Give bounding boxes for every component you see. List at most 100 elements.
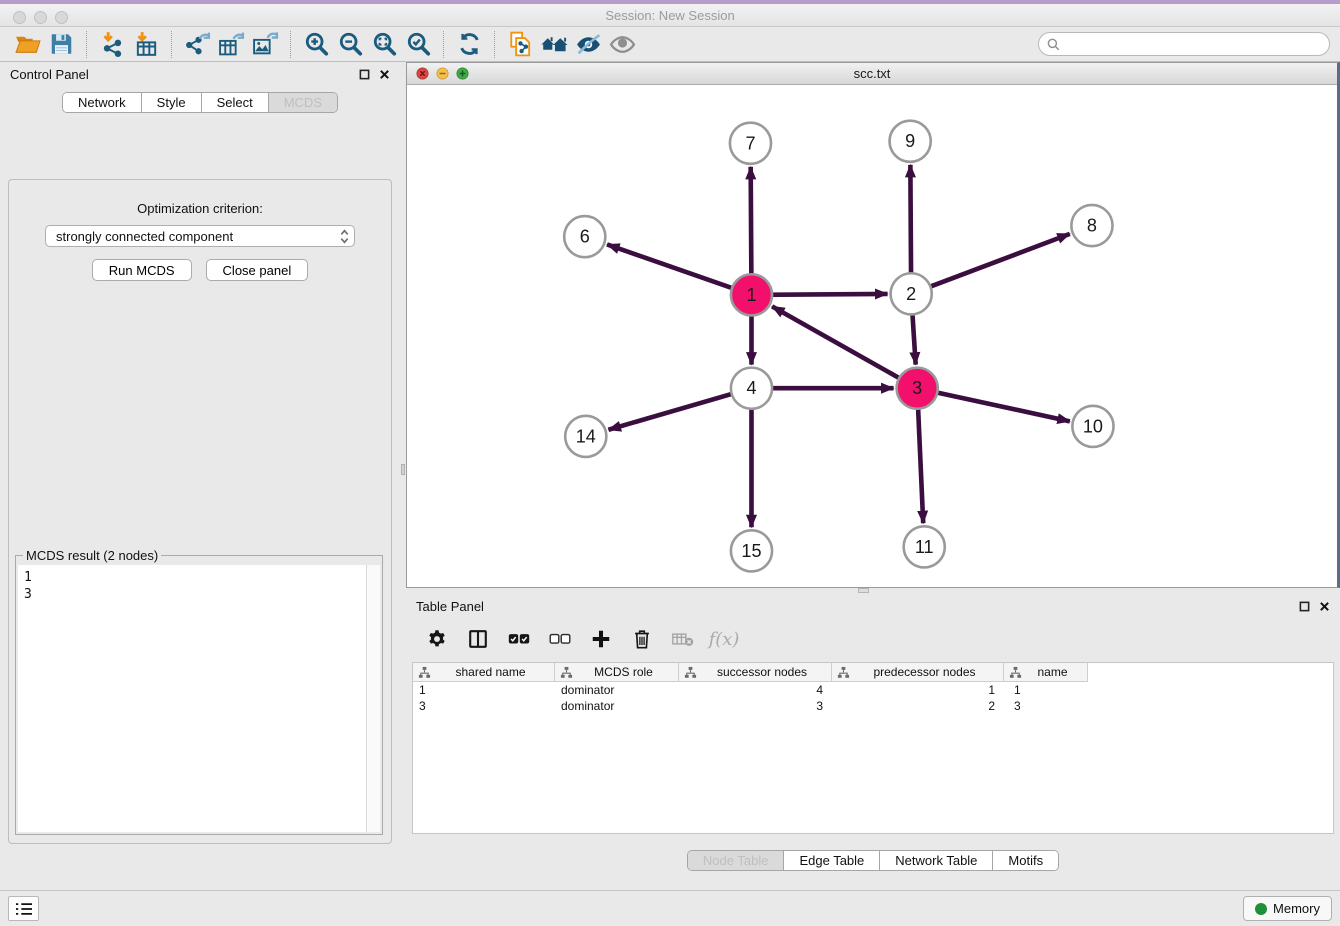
graph-node-2[interactable]: 2: [891, 273, 932, 314]
table-cell[interactable]: 4: [679, 682, 832, 698]
import-network-button[interactable]: [95, 29, 129, 59]
table-cell[interactable]: 3: [1004, 698, 1088, 714]
window-titlebar: Session: New Session: [0, 0, 1340, 27]
open-session-button[interactable]: [10, 29, 44, 59]
graph-node-11[interactable]: 11: [904, 526, 945, 567]
result-scrollbar[interactable]: [366, 565, 380, 832]
memory-button[interactable]: Memory: [1243, 896, 1332, 921]
graph-node-9[interactable]: 9: [890, 121, 931, 162]
tab-network[interactable]: Network: [63, 93, 141, 112]
first-neighbors-button[interactable]: [503, 29, 537, 59]
run-mcds-button[interactable]: Run MCDS: [92, 259, 192, 281]
table-cell[interactable]: dominator: [555, 698, 679, 714]
close-panel-icon[interactable]: [1319, 601, 1330, 612]
column-header-name[interactable]: name: [1004, 663, 1088, 682]
select-all-columns-button[interactable]: [506, 626, 532, 652]
refresh-view-button[interactable]: [452, 29, 486, 59]
search-input[interactable]: [1061, 34, 1329, 54]
network-canvas[interactable]: 7 9 6 8 1 2 4 3 14 10 15 11: [407, 85, 1337, 587]
task-history-button[interactable]: [8, 896, 39, 921]
float-panel-icon[interactable]: [1299, 601, 1310, 612]
table-cell[interactable]: 1: [413, 682, 555, 698]
column-header-predecessor-nodes[interactable]: predecessor nodes: [832, 663, 1004, 682]
splitter-grip[interactable]: [858, 588, 869, 593]
table-cell[interactable]: 3: [679, 698, 832, 714]
import-table-button[interactable]: [129, 29, 163, 59]
graph-node-1[interactable]: 1: [731, 274, 772, 315]
table-cell[interactable]: 1: [1004, 682, 1088, 698]
table-row[interactable]: 1dominator411: [413, 682, 1333, 698]
search-field[interactable]: [1038, 32, 1330, 56]
tab-select[interactable]: Select: [201, 93, 268, 112]
column-header-shared-name[interactable]: shared name: [413, 663, 555, 682]
criterion-dropdown[interactable]: strongly connected component: [45, 225, 355, 247]
zoom-selected-button[interactable]: [401, 29, 435, 59]
table-tab-network-table[interactable]: Network Table: [879, 851, 992, 870]
graph-edge-2-8[interactable]: [911, 234, 1070, 294]
graph-edge-4-14[interactable]: [608, 388, 751, 430]
graph-node-15[interactable]: 15: [731, 530, 772, 571]
table-cell[interactable]: 2: [832, 698, 1004, 714]
graph-node-7[interactable]: 7: [730, 123, 771, 164]
table-panel: Table Panel f(x) shared nameMCDS rolesuc…: [406, 594, 1340, 890]
graph-node-6[interactable]: 6: [564, 216, 605, 257]
zoom-out-button[interactable]: [333, 29, 367, 59]
show-hidden-button: [605, 29, 639, 59]
table-cell[interactable]: dominator: [555, 682, 679, 698]
zoom-out-icon: [337, 31, 364, 57]
column-header-MCDS-role[interactable]: MCDS role: [555, 663, 679, 682]
zoom-fit-button[interactable]: [367, 29, 401, 59]
delete-columns-button[interactable]: [629, 626, 655, 652]
tab-style[interactable]: Style: [141, 93, 201, 112]
hide-selected-button[interactable]: [571, 29, 605, 59]
minimize-frame-icon[interactable]: [436, 67, 449, 80]
folder-icon: [14, 31, 41, 57]
zoom-in-icon: [303, 31, 330, 57]
table-tab-node-table[interactable]: Node Table: [688, 851, 784, 870]
table-cell[interactable]: 3: [413, 698, 555, 714]
export-image-button[interactable]: [248, 29, 282, 59]
table-tab-edge-table[interactable]: Edge Table: [783, 851, 879, 870]
show-all-button[interactable]: [537, 29, 571, 59]
tab-mcds[interactable]: MCDS: [268, 93, 337, 112]
graph-node-14[interactable]: 14: [565, 416, 606, 457]
close-frame-icon[interactable]: [416, 67, 429, 80]
maximize-frame-icon[interactable]: [456, 67, 469, 80]
gear-icon: [426, 628, 448, 650]
graph-edge-1-6[interactable]: [607, 244, 751, 294]
save-session-button[interactable]: [44, 29, 78, 59]
float-panel-icon[interactable]: [359, 69, 370, 80]
close-panel-icon[interactable]: [379, 69, 390, 80]
table-cell[interactable]: 1: [832, 682, 1004, 698]
node-table: shared nameMCDS rolesuccessor nodesprede…: [412, 662, 1334, 834]
export-network-button[interactable]: [180, 29, 214, 59]
table-options-button[interactable]: [424, 626, 450, 652]
graph-node-3[interactable]: 3: [897, 368, 938, 409]
node-label: 7: [745, 133, 755, 153]
search-icon: [1046, 37, 1061, 52]
graph-edge-3-10[interactable]: [917, 388, 1070, 421]
minimize-window-button[interactable]: [34, 11, 47, 24]
unselect-all-columns-button[interactable]: [547, 626, 573, 652]
graph-node-4[interactable]: 4: [731, 368, 772, 409]
horizontal-splitter[interactable]: [406, 588, 1340, 594]
close-window-button[interactable]: [13, 11, 26, 24]
graph-node-8[interactable]: 8: [1071, 205, 1112, 246]
zoom-window-button[interactable]: [55, 11, 68, 24]
vertical-splitter[interactable]: [400, 62, 406, 890]
graph-edge-3-1[interactable]: [772, 306, 917, 388]
column-header-successor-nodes[interactable]: successor nodes: [679, 663, 832, 682]
mcds-result-text: 13: [18, 565, 380, 607]
close-panel-button[interactable]: Close panel: [206, 259, 309, 281]
zoom-in-button[interactable]: [299, 29, 333, 59]
table-row[interactable]: 3dominator323: [413, 698, 1333, 714]
column-type-icon: [1009, 666, 1022, 679]
table-tab-motifs[interactable]: Motifs: [992, 851, 1058, 870]
create-column-button[interactable]: [588, 626, 614, 652]
export-table-button[interactable]: [214, 29, 248, 59]
node-label: 2: [906, 284, 916, 304]
graph-node-10[interactable]: 10: [1072, 406, 1113, 447]
splitter-grip[interactable]: [401, 464, 405, 475]
show-columns-button[interactable]: [465, 626, 491, 652]
mcds-result-textarea[interactable]: 13: [18, 565, 380, 832]
